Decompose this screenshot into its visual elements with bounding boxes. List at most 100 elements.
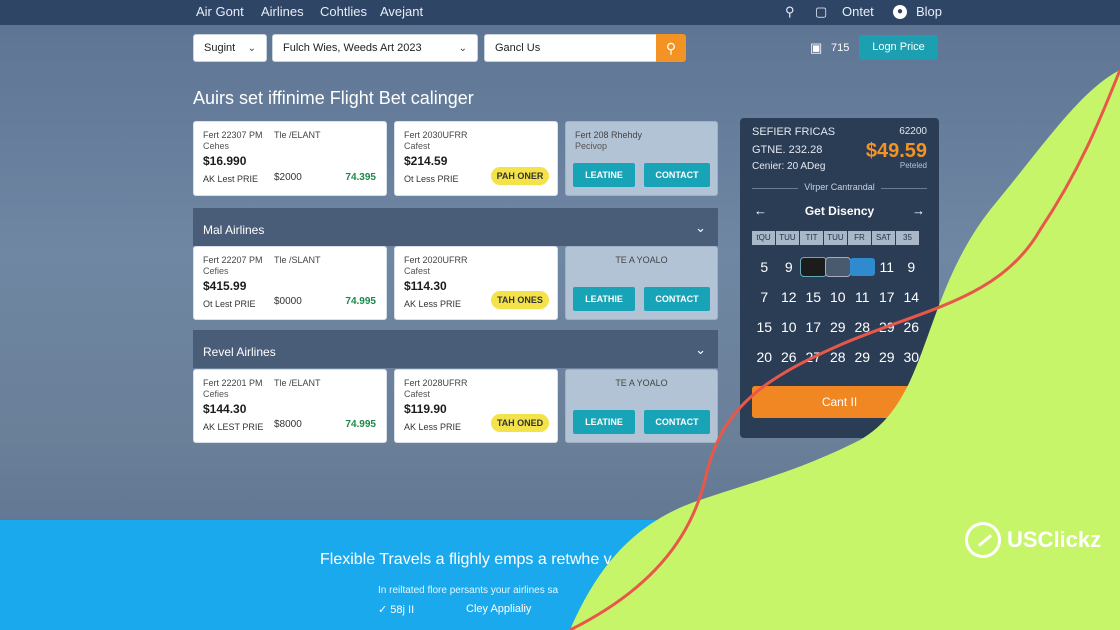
weekday-label: TUU (776, 231, 799, 245)
chevron-down-icon: ⌄ (458, 42, 467, 54)
learn-button[interactable]: LEATINE (573, 163, 635, 187)
learn-button[interactable]: LEATHIE (573, 287, 635, 311)
flight-score: 74.395 (345, 172, 376, 183)
flight-price: $415.99 (203, 279, 247, 293)
calendar-day-selected[interactable]: 12 (850, 258, 875, 276)
action-card: Fert 208 Rhehdy Pecivop LEATINE CONTACT (565, 121, 718, 196)
top-navbar: Air Gont Airlines Cohtlies Avejant ⚲ ▢ O… (0, 0, 1120, 25)
calendar-day[interactable]: 12 (777, 288, 802, 306)
contact-button[interactable]: CONTACT (644, 410, 710, 434)
fare-badge[interactable]: PAH ONER (491, 167, 549, 185)
nav-link-cities[interactable]: Cohtlies (320, 4, 367, 19)
calendar-day[interactable]: 28 (850, 318, 875, 336)
contact-button[interactable]: CONTACT (644, 287, 710, 311)
action-card: TE A YOALO LEATINE CONTACT (565, 369, 718, 443)
fare-class: Cafest (404, 141, 431, 151)
calendar-day[interactable]: 29 (850, 348, 875, 366)
flight-class: Cefies (203, 389, 229, 399)
calendar-day[interactable]: 27 (801, 348, 826, 366)
fare-card[interactable]: Fert 2028UFRR Cafest $119.90 AK Less PRI… (394, 369, 558, 443)
weekday-label: TUU (824, 231, 847, 245)
calendar-day[interactable]: 15 (801, 288, 826, 306)
weekday-label: TIT (800, 231, 823, 245)
calendar-day[interactable]: 17 (801, 318, 826, 336)
airline-section-header[interactable]: Mal Airlines ⌄ (193, 208, 718, 246)
fare-card[interactable]: Fert 2020UFRR Cafest $114.30 AK Less PRI… (394, 246, 558, 320)
nav-link-deals[interactable]: Avejant (380, 4, 423, 19)
weekday-label: 35 (896, 231, 919, 245)
fare-badge[interactable]: TAH ONED (491, 414, 549, 432)
login-button[interactable]: Logn Price (859, 35, 938, 60)
chevron-down-icon[interactable]: ⌄ (695, 330, 706, 370)
calendar-day[interactable]: 26 (899, 318, 924, 336)
calendar-day[interactable]: 5 (752, 258, 777, 276)
calendar-day[interactable]: 9 (899, 258, 924, 276)
flight-fee: $2000 (274, 172, 302, 183)
calendar-grid: 5 9 10 11 12 11 9 7 12 15 10 11 17 14 15… (752, 257, 924, 366)
calendar-day[interactable]: 7 (752, 288, 777, 306)
airline-section-header[interactable]: Revel Airlines ⌄ (193, 330, 718, 368)
calendar-day[interactable]: 30 (899, 348, 924, 366)
fare-badge[interactable]: TAH ONES (491, 291, 549, 309)
action-title: TE A YOALO (615, 255, 668, 265)
continue-button[interactable]: Cant II (752, 386, 927, 418)
chevron-down-icon: ⌄ (247, 42, 256, 54)
nav-link-airlines[interactable]: Airlines (261, 4, 304, 19)
promo-title: Flexible Travels a flighly emps a retwhe… (320, 551, 612, 568)
search-icon[interactable]: ⚲ (785, 4, 795, 20)
calendar-day[interactable]: 10 (777, 318, 802, 336)
panel-carrier: Cenier: 20 ADeg (752, 161, 826, 172)
lock-icon[interactable]: ▢ (815, 4, 827, 20)
flight-route: Tle /ELANT (274, 378, 321, 388)
contact-button[interactable]: CONTACT (644, 163, 710, 187)
flight-price: $144.30 (203, 402, 247, 416)
origin-value: Sugint (204, 42, 236, 54)
flight-score: 74.995 (345, 296, 376, 307)
calendar-day[interactable]: 14 (899, 288, 924, 306)
nav-link-home[interactable]: Air Gont (196, 4, 244, 19)
flight-card[interactable]: Fert 22201 PM Cefies $144.30 AK LEST PRI… (193, 369, 387, 443)
calendar-day[interactable]: 26 (777, 348, 802, 366)
action-title: TE A YOALO (615, 378, 668, 388)
fare-card[interactable]: Fert 2030UFRR Cafest $214.59 Ot Less PRI… (394, 121, 558, 196)
search-icon: ⚲ (665, 40, 677, 56)
flight-card[interactable]: Fert 22207 PM Cefies $415.99 Ot Lest PRI… (193, 246, 387, 320)
flight-card[interactable]: Fert 22307 PM Cehes $16.990 AK Lest PRIE… (193, 121, 387, 196)
calendar-day[interactable]: 29 (875, 318, 900, 336)
nav-link-contact[interactable]: Ontet (842, 4, 874, 19)
calendar-day[interactable]: 20 (752, 348, 777, 366)
date-value: Fulch Wies, Weeds Art 2023 (283, 42, 422, 54)
calendar-day-selected[interactable]: 10 (800, 257, 827, 277)
fare-time: Fert 2030UFRR (404, 130, 468, 140)
calendar-day[interactable]: 29 (875, 348, 900, 366)
calendar-day[interactable]: 17 (875, 288, 900, 306)
brand-name: USClickz (1007, 527, 1102, 552)
airline-name: Revel Airlines (203, 345, 276, 359)
arrow-right-icon[interactable]: → (912, 203, 925, 218)
calendar-day[interactable]: 15 (752, 318, 777, 336)
flight-class: Cefies (203, 266, 229, 276)
learn-button[interactable]: LEATINE (573, 410, 635, 434)
flight-fee: $8000 (274, 419, 302, 430)
logo-icon (965, 522, 1001, 558)
cart-icon[interactable]: ▣ (810, 40, 822, 56)
search-input[interactable]: Gancl Us (484, 34, 658, 62)
calendar-day[interactable]: 28 (826, 348, 851, 366)
calendar-day[interactable]: 11 (850, 288, 875, 306)
calendar-day[interactable]: 29 (826, 318, 851, 336)
flight-fee: $0000 (274, 296, 302, 307)
search-button[interactable]: ⚲ (656, 34, 686, 62)
flight-class: Cehes (203, 141, 230, 151)
calendar-day[interactable]: 11 (875, 258, 900, 276)
origin-select[interactable]: Sugint ⌄ (193, 34, 267, 62)
calendar-day[interactable]: 9 (777, 258, 802, 276)
nav-link-blog[interactable]: Blop (916, 4, 942, 19)
chevron-down-icon[interactable]: ⌄ (695, 208, 706, 248)
globe-icon: ● (893, 5, 907, 19)
panel-price-note: Peteled (899, 161, 927, 170)
fare-time: Fert 2028UFRR (404, 378, 468, 388)
calendar-day-selected[interactable]: 11 (824, 257, 851, 277)
weekday-label: SAT (872, 231, 895, 245)
date-select[interactable]: Fulch Wies, Weeds Art 2023 ⌄ (272, 34, 478, 62)
calendar-day[interactable]: 10 (826, 288, 851, 306)
